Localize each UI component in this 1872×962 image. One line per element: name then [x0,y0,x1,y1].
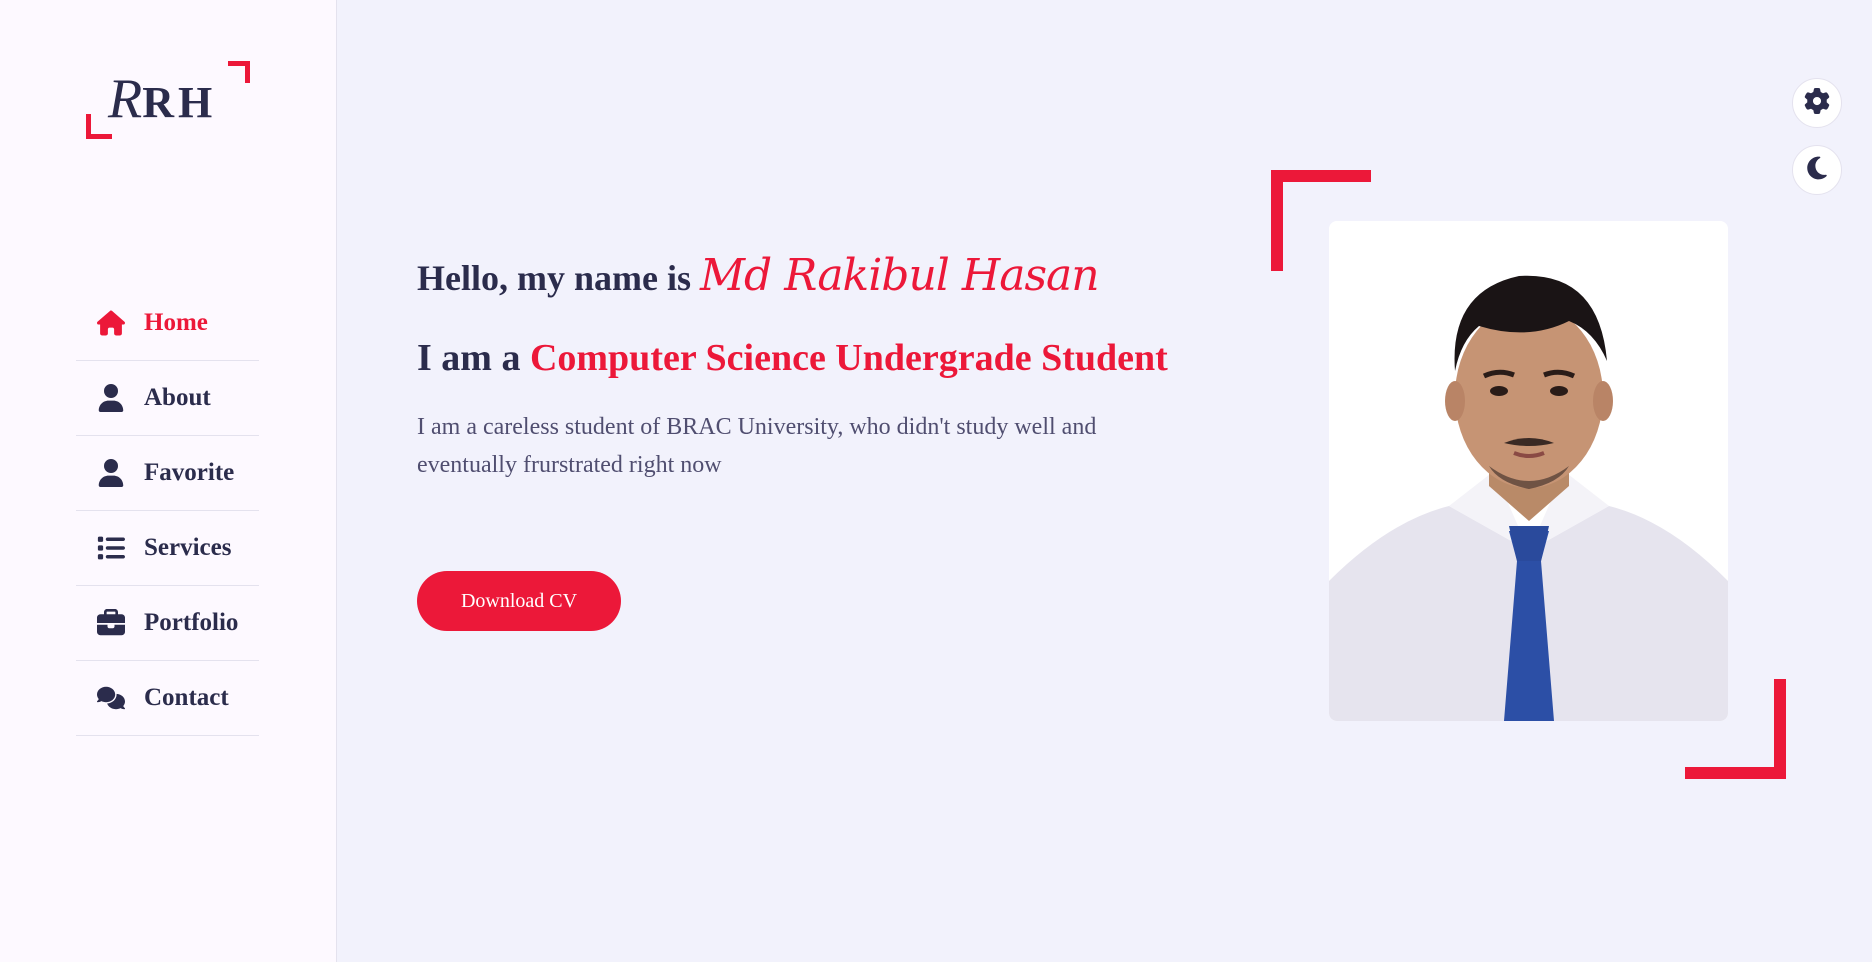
sidebar-item-portfolio[interactable]: Portfolio [76,586,259,661]
sidebar-item-home[interactable]: Home [76,286,259,361]
home-icon [94,308,128,338]
sidebar-item-services[interactable]: Services [76,511,259,586]
theme-toggle-button[interactable] [1792,145,1842,195]
sidebar-item-favorite[interactable]: Favorite [76,436,259,511]
sidebar-item-contact[interactable]: Contact [76,661,259,736]
download-cv-button[interactable]: Download CV [417,571,621,631]
role-text: Computer Science Undergrade Student [529,337,1168,379]
briefcase-icon [94,608,128,638]
sidebar: RRH Home About Favorite Services Portfol… [0,0,337,962]
comments-icon [94,683,128,713]
sidebar-item-about[interactable]: About [76,361,259,436]
logo[interactable]: RRH [86,61,250,139]
sidebar-item-label: Favorite [144,459,235,486]
sidebar-item-label: Portfolio [144,609,239,636]
gear-icon [1804,87,1830,119]
intro-description: I am a careless student of BRAC Universi… [417,414,1097,478]
user-icon [94,458,128,488]
sidebar-item-label: Services [144,534,232,561]
greeting-heading: Hello, my name is Md Rakibul Hasan [417,250,1100,301]
list-icon [94,533,128,563]
sidebar-item-label: About [144,384,211,411]
settings-button[interactable] [1792,78,1842,128]
person-name: Md Rakibul Hasan [699,250,1100,301]
sidebar-nav: Home About Favorite Services Portfolio C… [76,286,259,736]
sidebar-item-label: Home [144,309,208,336]
sidebar-item-label: Contact [144,684,229,711]
user-icon [94,383,128,413]
logo-text: RRH [108,67,216,131]
logo-corner-top-right [228,61,250,83]
role-heading: I am a Computer Science Undergrade Stude… [417,336,1168,380]
logo-script-letter: R [108,68,143,130]
moon-icon [1804,155,1830,186]
role-prefix: I am a [417,337,530,379]
greeting-text: Hello, my name is [417,258,700,298]
profile-photo [1329,221,1728,721]
logo-letters: RH [142,78,217,127]
